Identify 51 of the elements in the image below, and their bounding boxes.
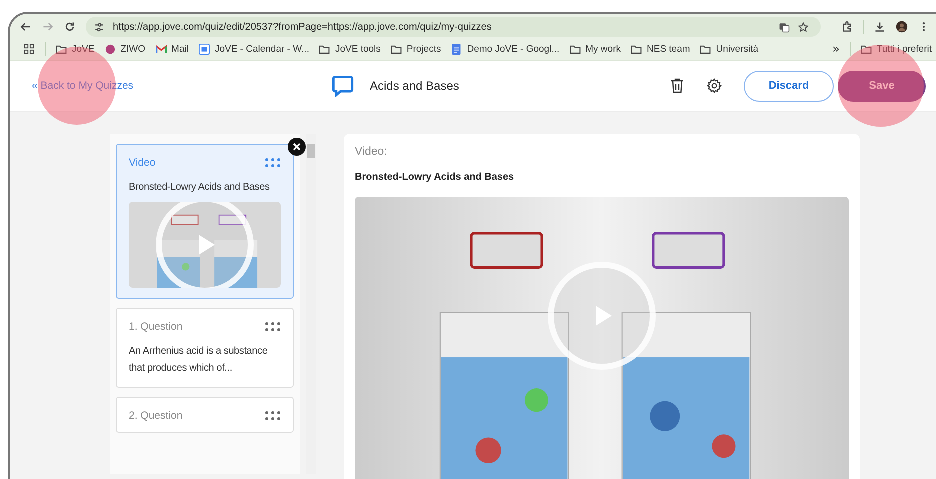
back-icon[interactable] (20, 21, 32, 33)
chat-bubble-icon (332, 75, 354, 97)
bookmark-link[interactable]: JoVE - Calendar - W... (198, 44, 310, 54)
bookmark-link[interactable]: Projects (390, 44, 442, 54)
video-title: Bronsted-Lowry Acids and Bases (355, 172, 516, 183)
settings-icon[interactable] (707, 78, 722, 94)
calendar-icon (198, 44, 210, 54)
quiz-item-card[interactable]: 1. Question An Arrhenius acid is a substance that produces which of... (116, 308, 294, 388)
document-icon (451, 44, 462, 54)
folder-icon (570, 44, 581, 54)
address-bar[interactable]: https://app.jove.com/quiz/edit/20537?fromPage=https://app.jove.com/quiz/my-quizzes (86, 17, 821, 37)
folder-icon (860, 44, 872, 54)
more-bookmarks-button[interactable]: » (832, 42, 840, 56)
drag-handle-icon[interactable] (265, 411, 281, 421)
folder-icon (56, 44, 67, 54)
star-icon[interactable] (798, 22, 809, 32)
folder-icon (390, 44, 402, 54)
quiz-title: Acids and Bases (370, 79, 460, 93)
section-label: Video: (355, 146, 388, 158)
close-button[interactable] (288, 138, 306, 156)
quiz-item-card[interactable]: Video Bronsted-Lowry Acids and Bases (116, 144, 294, 299)
bookmark-link[interactable]: NES team (631, 44, 690, 54)
item-title: An Arrhenius acid is a substance that produces which of... (129, 345, 269, 376)
discard-button[interactable]: Discard (744, 70, 834, 102)
puzzle-icon[interactable] (841, 21, 853, 33)
bookmark-link[interactable]: My work (570, 44, 621, 54)
bookmark-link[interactable]: Università (700, 44, 759, 54)
bookmark-link[interactable]: Mail (156, 44, 189, 54)
folder-icon (319, 44, 330, 54)
item-type-label: Video (129, 157, 156, 169)
item-type-label: 1. Question (129, 321, 183, 333)
reload-icon[interactable] (64, 21, 76, 33)
drag-handle-icon[interactable] (265, 322, 281, 332)
apps-grid-icon[interactable] (24, 44, 35, 54)
item-type-label: 2. Question (129, 410, 183, 422)
folder-icon (631, 44, 642, 54)
bookmark-link[interactable]: JoVE tools (319, 44, 381, 54)
bookmark-link[interactable]: Demo JoVE - Googl... (451, 44, 560, 54)
site-settings-icon[interactable] (94, 22, 105, 32)
mail-icon (156, 44, 167, 54)
bookmark-link[interactable]: ZIWO (104, 44, 146, 54)
close-icon[interactable] (292, 142, 302, 152)
translate-icon[interactable] (779, 22, 790, 32)
folder-icon (700, 44, 712, 54)
dot-icon (104, 44, 116, 54)
quiz-item-card[interactable]: 2. Question (116, 397, 294, 433)
trash-icon[interactable] (670, 78, 685, 94)
download-icon[interactable] (874, 21, 886, 33)
avatar-icon[interactable] (896, 21, 908, 33)
item-title: Bronsted-Lowry Acids and Bases (129, 181, 271, 195)
drag-handle-icon[interactable] (265, 158, 281, 168)
